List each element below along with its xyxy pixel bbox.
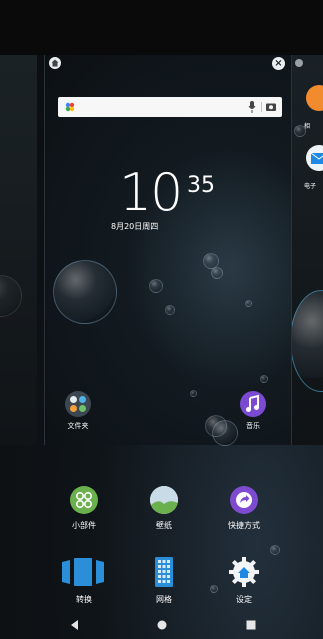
clock-widget[interactable]: 10 35 [119, 163, 219, 227]
music-app[interactable]: 音乐 [233, 391, 273, 431]
widgets-label: 小部件 [72, 521, 96, 530]
clock-hour: 10 [119, 163, 183, 223]
bubble-decoration [260, 375, 268, 383]
right-app-label: 电子 [304, 183, 317, 190]
home-icon[interactable] [155, 618, 169, 632]
bubble-decoration [270, 545, 280, 555]
home-page-preview[interactable]: × 10 35 8月20日周四 文件夹 音乐 [44, 55, 292, 445]
shortcut-button[interactable]: 快捷方式 [214, 486, 274, 531]
widgets-icon [70, 486, 98, 514]
mic-icon[interactable] [248, 101, 256, 113]
navigation-bar [0, 610, 323, 639]
left-page-preview[interactable] [0, 55, 37, 445]
folder-label: 文件夹 [67, 422, 89, 430]
bubble-decoration [190, 390, 197, 397]
google-icon [65, 102, 75, 112]
bubble-decoration [211, 267, 223, 279]
transition-label: 转换 [76, 595, 92, 604]
widgets-button[interactable]: 小部件 [54, 486, 114, 531]
album-app-icon [306, 85, 323, 111]
bubble-decoration [245, 300, 252, 307]
divider [261, 102, 262, 112]
bubble-decoration [53, 260, 117, 324]
email-app-icon [306, 145, 323, 171]
folder-icon [65, 391, 91, 417]
settings-button[interactable]: 设定 [214, 556, 274, 605]
transition-button[interactable]: 转换 [54, 556, 114, 605]
clock-date: 8月20日周四 [111, 222, 159, 231]
bubble-decoration [294, 125, 306, 137]
recents-icon[interactable] [244, 618, 258, 632]
search-input[interactable] [80, 99, 234, 115]
bubble-decoration [149, 279, 163, 293]
right-page-preview[interactable]: 相 电子 [292, 55, 323, 445]
shortcut-label: 快捷方式 [228, 521, 260, 530]
camera-icon[interactable] [266, 102, 276, 111]
close-icon[interactable]: × [272, 57, 285, 70]
wallpaper-label: 壁纸 [156, 521, 172, 530]
google-search-bar[interactable] [58, 97, 282, 117]
bubble-decoration [165, 305, 175, 315]
grid-button[interactable]: 网格 [134, 556, 194, 605]
folder-app[interactable]: 文件夹 [58, 391, 98, 431]
settings-icon [228, 556, 260, 588]
wallpaper-button[interactable]: 壁纸 [134, 486, 194, 531]
music-note-icon [240, 391, 266, 417]
wallpaper-icon [150, 486, 178, 514]
settings-label: 设定 [236, 595, 252, 604]
bubble-decoration [292, 290, 323, 392]
status-area [0, 0, 323, 55]
bubble-decoration [212, 420, 238, 446]
grid-icon [154, 556, 174, 588]
page-indicator-icon [295, 59, 303, 67]
grid-label: 网格 [156, 595, 172, 604]
shortcut-icon [230, 486, 258, 514]
home-page-icon[interactable] [49, 57, 61, 69]
bubble-decoration [0, 275, 22, 317]
music-label: 音乐 [246, 422, 260, 430]
home-edit-screen: × 10 35 8月20日周四 文件夹 音乐 相 电子 小部件 壁纸 快捷方式 … [0, 0, 323, 639]
transition-icon [60, 556, 108, 588]
clock-minute: 35 [187, 173, 215, 198]
back-icon[interactable] [68, 618, 82, 632]
